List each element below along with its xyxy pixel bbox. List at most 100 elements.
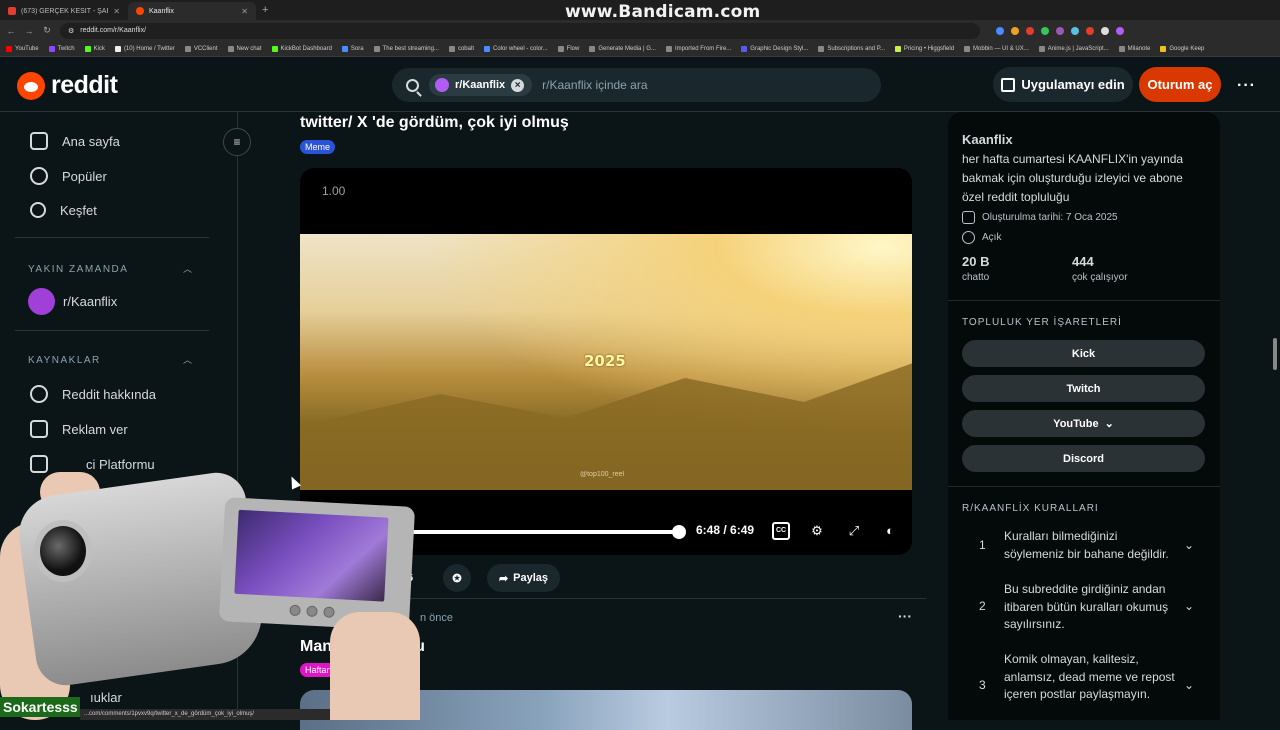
profile-avatar-icon[interactable] (1116, 26, 1124, 35)
bookmark-item[interactable]: Kick (84, 45, 105, 52)
fullscreen-icon[interactable]: ⤢ (845, 522, 863, 540)
bookmark-item[interactable]: New chat (227, 45, 262, 52)
search-input[interactable]: r/Kaanflix içinde ara (542, 78, 647, 92)
bookmark-item[interactable]: Sora (341, 45, 364, 52)
page-scrollbar-track[interactable] (1270, 112, 1280, 720)
reddit-logo[interactable]: reddit (17, 71, 118, 100)
rule-item[interactable]: 2 Bu subreddite girdiğiniz andan itibare… (962, 579, 1207, 634)
sidebar-item-explore[interactable]: Keşfet (30, 202, 97, 218)
post-flair[interactable]: Meme (300, 140, 336, 154)
browser-tab-title: (673) GERÇEK KESİT - ŞARKICI (21, 7, 108, 15)
bookmark-item[interactable]: YouTube (6, 45, 39, 52)
subreddit-search-chip[interactable]: r/Kaanflix × (429, 74, 533, 96)
more-options-icon[interactable]: ··· (1237, 77, 1256, 95)
community-description: her hafta cumartesi KAANFLIX'in yayında … (962, 152, 1184, 204)
bookmark-favicon-icon (48, 45, 55, 52)
streamer-name-tag: Sokartesss (0, 697, 80, 717)
bookmark-kick-button[interactable]: Kick (962, 340, 1205, 367)
created-label: Oluşturulma tarihi: 7 Oca 2025 (982, 212, 1118, 223)
site-info-icon[interactable]: ⚙ (68, 27, 74, 35)
camcorder-button-icon (289, 604, 301, 617)
chevron-down-icon[interactable]: ⌄ (1184, 538, 1194, 552)
extension-icon[interactable] (1041, 26, 1049, 35)
bookmark-item[interactable]: Subscriptions and P... (818, 45, 885, 52)
sidebar-item-advertise[interactable]: Reklam ver (30, 420, 128, 438)
bookmark-item[interactable]: Flow (557, 45, 579, 52)
extension-icon[interactable] (1026, 26, 1034, 35)
forward-icon[interactable]: → (24, 26, 34, 36)
resources-section-title[interactable]: KAYNAKLAR (28, 355, 101, 366)
bookmark-item[interactable]: The best streaming... (373, 45, 439, 52)
bookmark-twitch-button[interactable]: Twitch (962, 375, 1205, 402)
captions-icon[interactable]: CC (772, 522, 790, 540)
sidebar-item-popular[interactable]: Popüler (30, 167, 107, 185)
reload-icon[interactable]: ↻ (42, 25, 52, 36)
get-app-label: Uygulamayı edin (1021, 77, 1125, 92)
bookmark-item[interactable]: Color wheel - color... (483, 45, 548, 52)
clear-chip-icon[interactable]: × (511, 78, 525, 92)
bookmarks-section-title: TOPLULUK YER İŞARETLERİ (962, 317, 1122, 328)
bookmark-item[interactable]: Twitch (48, 45, 75, 52)
chevron-down-icon[interactable]: ⌄ (1184, 678, 1194, 692)
bookmark-item[interactable]: Anime.js | JavaScript... (1038, 45, 1109, 52)
video-scrubber-handle[interactable] (672, 525, 686, 539)
bookmark-label: Milanote (1127, 45, 1151, 52)
bookmark-favicon-icon (741, 45, 748, 52)
new-tab-icon[interactable]: + (262, 4, 268, 16)
bookmark-item[interactable]: (10) Home / Twitter (114, 45, 175, 52)
post-more-options-icon[interactable]: ··· (898, 608, 912, 624)
video-overlay-watermark: @top100_reel (580, 471, 625, 478)
video-progress-bar[interactable] (400, 530, 679, 534)
award-button[interactable]: ✪ (443, 564, 471, 592)
extension-icon[interactable] (996, 26, 1004, 35)
bookmark-youtube-button[interactable]: YouTube ⌄ (962, 410, 1205, 437)
sidebar-item-recent-subreddit[interactable]: r/Kaanflix (28, 288, 117, 315)
sidebar-item-about-reddit[interactable]: Reddit hakkında (30, 385, 156, 403)
bookmark-item[interactable]: Pricing • Higgsfield (894, 45, 954, 52)
visibility-label: Açık (982, 232, 1002, 243)
online-count: 444 (1072, 254, 1094, 269)
bookmark-item[interactable]: cobalt (448, 45, 474, 52)
extension-icon[interactable] (1056, 26, 1064, 35)
share-button[interactable]: ➦ Paylaş (487, 564, 560, 592)
bookmark-item[interactable]: Google Keep (1160, 45, 1205, 52)
bookmark-item[interactable]: Mobbin — UI & UX... (964, 45, 1029, 52)
login-button[interactable]: Oturum aç (1139, 67, 1221, 102)
recent-section-title[interactable]: YAKIN ZAMANDA (28, 264, 128, 275)
bookmark-item[interactable]: KickBot Dashboard (271, 45, 332, 52)
community-name[interactable]: Kaanflix (962, 132, 1013, 147)
video-frame[interactable]: 2025 @top100_reel (300, 234, 912, 490)
chevron-down-icon[interactable]: ⌄ (1184, 599, 1194, 613)
address-bar[interactable]: ⚙ reddit.com/r/Kaanflix/ (60, 22, 980, 39)
sidebar-item-home[interactable]: Ana sayfa (30, 132, 120, 150)
extension-icon[interactable] (1101, 26, 1109, 35)
chevron-up-icon[interactable]: ︿ (183, 353, 192, 366)
extension-icon[interactable] (1071, 26, 1079, 35)
back-icon[interactable]: ← (6, 26, 16, 36)
extension-icon[interactable] (1011, 26, 1019, 35)
bookmark-item[interactable]: VCClient (184, 45, 218, 52)
reddit-header: reddit r/Kaanflix × r/Kaanflix içinde ar… (0, 57, 1280, 112)
bookmark-item[interactable]: Generate Media | G... (589, 45, 656, 52)
bookmark-label: Google Keep (1169, 45, 1205, 52)
get-app-button[interactable]: Uygulamayı edin (993, 67, 1133, 102)
bookmark-discord-button[interactable]: Discord (962, 445, 1205, 472)
extension-icon[interactable] (1086, 26, 1094, 35)
bookmark-item[interactable]: Imported From Fire... (665, 45, 731, 52)
bookmark-item[interactable]: Graphic Design Styl... (741, 45, 808, 52)
rule-item[interactable]: 3 Komik olmayan, kalitesiz, anlamsız, de… (962, 649, 1207, 721)
close-tab-icon[interactable]: ✕ (113, 7, 120, 16)
page-scrollbar-thumb[interactable] (1273, 338, 1277, 370)
search-bar[interactable]: r/Kaanflix × r/Kaanflix içinde ara (392, 68, 881, 102)
bookmark-item[interactable]: Milanote (1118, 45, 1151, 52)
browser-tab-active[interactable]: Kaanflix ✕ (128, 2, 256, 20)
collapse-sidebar-button[interactable]: ≡ (223, 128, 251, 156)
settings-gear-icon[interactable]: ⚙ (808, 522, 826, 540)
browser-tab[interactable]: (673) GERÇEK KESİT - ŞARKICI ✕ (0, 2, 128, 20)
sidebar-item-label: Reddit hakkında (62, 386, 156, 402)
rule-item[interactable]: 1 Kuralları bilmediğinizi söylemeniz bir… (962, 526, 1207, 566)
post-title[interactable]: twitter/ X 'de gördüm, çok iyi olmuş (300, 114, 569, 132)
chevron-up-icon[interactable]: ︿ (183, 262, 192, 275)
volume-icon[interactable]: ◐ (881, 522, 899, 540)
close-tab-icon[interactable]: ✕ (241, 7, 248, 16)
